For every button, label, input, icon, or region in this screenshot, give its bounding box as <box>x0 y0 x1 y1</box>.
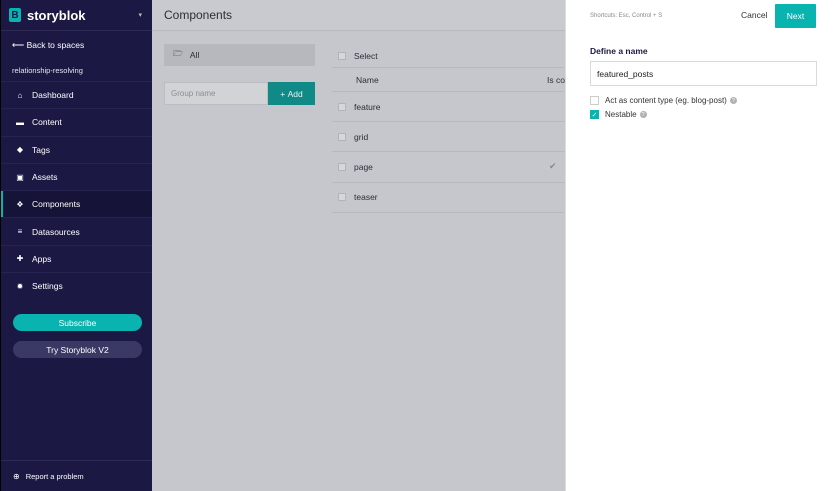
sidebar-item-datasources[interactable]: ≡ Datasources <box>1 217 152 244</box>
back-to-spaces-label: Back to spaces <box>26 40 85 50</box>
tags-icon: ◆ <box>16 145 24 155</box>
folder-label: All <box>189 50 200 60</box>
sidebar-item-label: Content <box>32 117 62 128</box>
group-name-input[interactable]: Group name <box>164 82 268 105</box>
component-name: grid <box>354 131 369 142</box>
puzzle-icon: ✚ <box>16 254 24 264</box>
content-type-option[interactable]: Act as content type (eg. blog-post) ? <box>590 96 737 105</box>
define-name-label: Define a name <box>590 46 648 56</box>
folder-icon: ▬ <box>16 117 24 127</box>
select-all-checkbox[interactable] <box>338 51 346 60</box>
sidebar-item-settings[interactable]: ✹ Settings <box>1 272 152 299</box>
space-switcher[interactable]: B storyblok ▾ <box>1 0 152 31</box>
table-row[interactable]: feature <box>332 92 565 123</box>
sidebar-item-label: Datasources <box>32 226 80 237</box>
image-icon: ▣ <box>16 172 24 182</box>
plus-circle-icon: ⊕ <box>13 471 20 481</box>
sidebar-item-label: Apps <box>32 253 52 264</box>
nestable-label: Nestable <box>605 110 637 119</box>
content-type-label: Act as content type (eg. blog-post) <box>605 96 727 105</box>
sidebar-item-label: Components <box>32 199 81 210</box>
sidebar-item-label: Tags <box>32 144 50 155</box>
content-type-checkbox[interactable] <box>590 96 599 105</box>
column-name: Name <box>356 74 379 85</box>
sidebar-item-content[interactable]: ▬ Content <box>1 108 152 135</box>
sidebar-item-apps[interactable]: ✚ Apps <box>1 244 152 272</box>
database-icon: ≡ <box>17 227 23 237</box>
new-component-panel: Shortcuts: Esc, Control + S Cancel Next … <box>565 0 840 491</box>
row-checkbox[interactable] <box>338 162 346 171</box>
plus-icon: + <box>280 88 286 99</box>
gear-icon: ✹ <box>16 281 24 291</box>
table-row[interactable]: page ✔ <box>332 152 565 183</box>
checkmark-icon: ✔ <box>549 161 557 172</box>
help-icon[interactable]: ? <box>729 97 737 104</box>
sidebar-item-components[interactable]: ❖ Components <box>1 190 152 218</box>
subscribe-button[interactable]: Subscribe <box>13 314 142 331</box>
back-to-spaces-link[interactable]: ⟵ Back to spaces <box>1 31 152 59</box>
row-checkbox[interactable] <box>338 132 346 141</box>
home-icon: ⌂ <box>17 90 23 100</box>
table-header: Name Is co <box>332 68 565 92</box>
row-checkbox[interactable] <box>338 193 346 202</box>
component-name: page <box>354 161 373 172</box>
table-select-row: Select <box>332 44 565 68</box>
add-label: Add <box>287 88 303 99</box>
cubes-icon: ❖ <box>16 199 24 209</box>
folder-open-icon: 🗁 <box>173 49 183 58</box>
report-problem-link[interactable]: ⊕ Report a problem <box>1 460 153 491</box>
next-button[interactable]: Next <box>775 4 816 28</box>
cancel-button[interactable]: Cancel <box>741 10 767 20</box>
nestable-option[interactable]: ✓ Nestable ? <box>590 110 647 119</box>
select-label: Select <box>354 50 378 61</box>
sidebar-item-tags[interactable]: ◆ Tags <box>1 135 152 163</box>
storyblok-logo-icon: B <box>9 8 21 22</box>
page-title: Components <box>152 0 565 31</box>
space-name: relationship-resolving <box>12 65 83 75</box>
arrow-left-icon: ⟵ <box>12 39 25 50</box>
table-row[interactable]: teaser <box>332 183 565 213</box>
column-is-content: Is co <box>547 74 565 85</box>
help-icon[interactable]: ? <box>639 111 647 118</box>
shortcuts-hint: Shortcuts: Esc, Control + S <box>590 12 663 19</box>
folder-all[interactable]: 🗁 All <box>164 44 315 66</box>
sidebar-item-label: Settings <box>32 281 63 292</box>
sidebar: B storyblok ▾ ⟵ Back to spaces relations… <box>0 0 153 491</box>
table-row[interactable]: grid <box>332 122 565 153</box>
components-table: Select Name Is co feature grid page ✔ te… <box>332 44 565 213</box>
report-problem-label: Report a problem <box>25 471 84 481</box>
row-checkbox[interactable] <box>338 102 346 111</box>
add-group-button[interactable]: + Add <box>268 82 315 105</box>
try-v2-button[interactable]: Try Storyblok V2 <box>13 341 142 358</box>
component-name: feature <box>354 101 381 112</box>
sidebar-item-label: Dashboard <box>32 90 74 101</box>
main-content: Components 🗁 All Group name + Add Select… <box>152 0 565 491</box>
sidebar-item-assets[interactable]: ▣ Assets <box>1 162 152 190</box>
component-name: teaser <box>354 192 378 203</box>
component-name-input[interactable]: featured_posts <box>590 61 817 86</box>
sidebar-item-dashboard[interactable]: ⌂ Dashboard <box>1 81 152 108</box>
chevron-down-icon[interactable]: ▾ <box>138 11 142 19</box>
sidebar-item-label: Assets <box>32 172 58 183</box>
brand-name: storyblok <box>27 7 86 23</box>
nestable-checkbox[interactable]: ✓ <box>590 110 599 119</box>
